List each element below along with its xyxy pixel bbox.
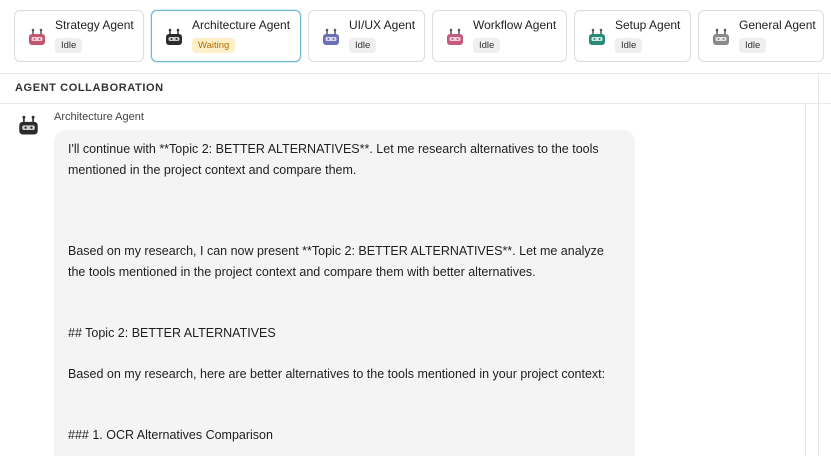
- robot-icon: [19, 115, 38, 135]
- agent-name: UI/UX Agent: [349, 18, 416, 32]
- message-paragraph: Based on my research, I can now present …: [68, 244, 604, 279]
- panel-divider: [818, 74, 819, 456]
- status-badge: Idle: [615, 38, 643, 53]
- robot-icon: [713, 28, 729, 45]
- message-paragraph: ### 1. OCR Alternatives Comparison: [68, 428, 273, 442]
- agent-card-workflow[interactable]: Workflow Agent Idle: [432, 10, 567, 62]
- agent-card-architecture[interactable]: Architecture Agent Waiting: [151, 10, 301, 62]
- robot-icon: [323, 28, 339, 45]
- section-title: AGENT COLLABORATION: [15, 82, 164, 94]
- status-badge: Idle: [473, 38, 501, 53]
- agent-card-general[interactable]: General Agent Idle: [698, 10, 824, 62]
- agent-name: Strategy Agent: [55, 18, 134, 32]
- robot-icon: [589, 28, 605, 45]
- agent-name: Architecture Agent: [192, 18, 291, 32]
- agent-card-setup[interactable]: Setup Agent Idle: [574, 10, 691, 62]
- agent-bar: Strategy Agent Idle Architecture Agent W…: [0, 0, 831, 74]
- robot-icon: [447, 28, 463, 45]
- scrollbar[interactable]: [805, 104, 818, 456]
- status-badge: Waiting: [192, 38, 236, 53]
- agent-name: Setup Agent: [615, 18, 681, 32]
- status-badge: Idle: [349, 38, 377, 53]
- agent-card-ui-ux[interactable]: UI/UX Agent Idle: [308, 10, 425, 62]
- message-paragraph: ## Topic 2: BETTER ALTERNATIVES: [68, 326, 276, 340]
- agent-name: Workflow Agent: [473, 18, 557, 32]
- message-paragraph: I'll continue with **Topic 2: BETTER ALT…: [68, 142, 599, 177]
- robot-icon: [166, 28, 182, 45]
- message-paragraph: Based on my research, here are better al…: [68, 367, 606, 381]
- robot-icon: [29, 28, 45, 45]
- agent-card-strategy[interactable]: Strategy Agent Idle: [14, 10, 144, 62]
- agent-name: General Agent: [739, 18, 816, 32]
- message-bubble: I'll continue with **Topic 2: BETTER ALT…: [54, 130, 635, 456]
- section-header: AGENT COLLABORATION: [0, 74, 831, 104]
- status-badge: Idle: [739, 38, 767, 53]
- status-badge: Idle: [55, 38, 83, 53]
- message-sender: Architecture Agent: [54, 111, 144, 123]
